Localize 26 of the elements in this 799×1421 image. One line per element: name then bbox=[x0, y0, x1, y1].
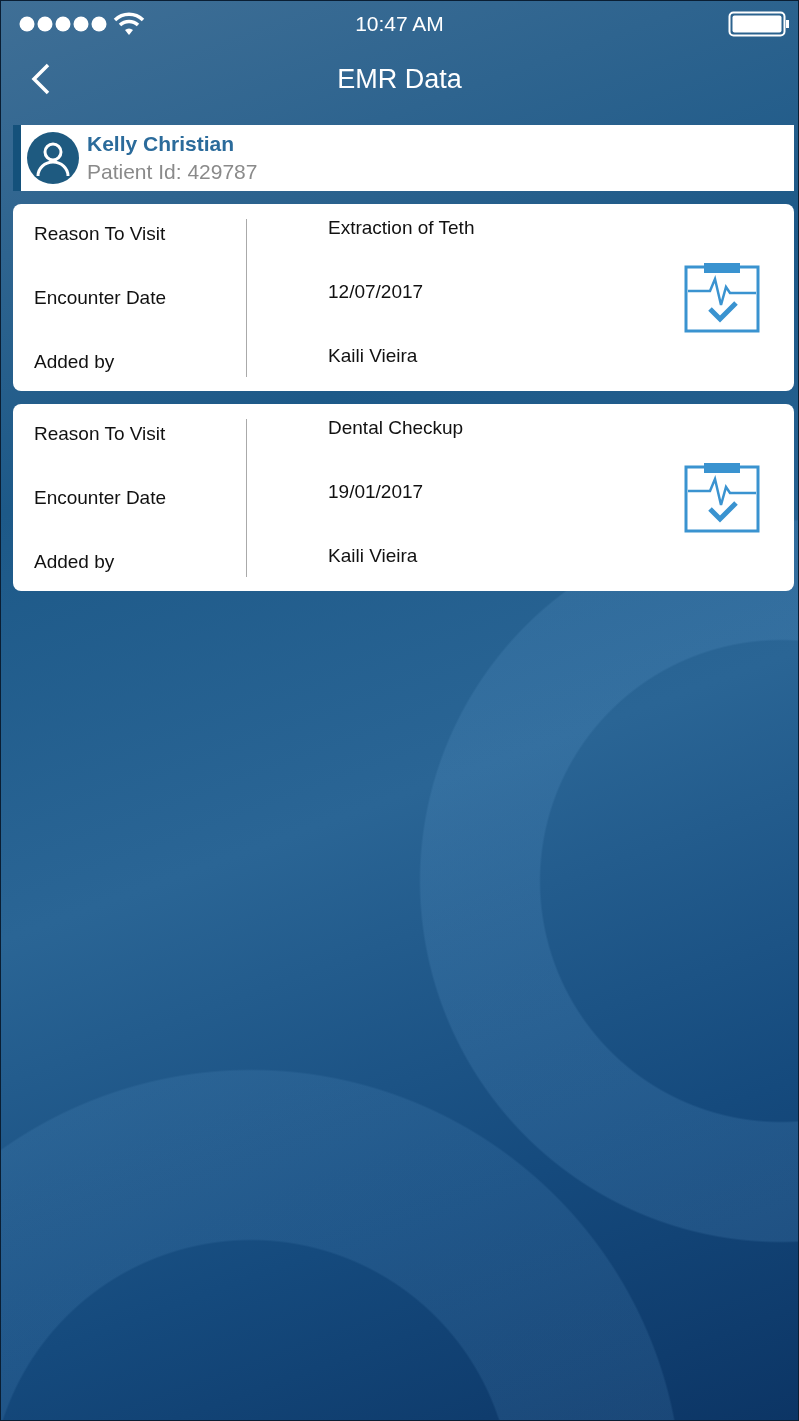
field-label: Reason To Visit bbox=[34, 222, 167, 245]
field-value: Kaili Vieira bbox=[327, 544, 419, 568]
field-value: Kaili Vieira bbox=[327, 344, 419, 368]
back-button[interactable] bbox=[31, 63, 51, 95]
field-value: 12/07/2017 bbox=[327, 280, 425, 304]
record-card[interactable]: Reason To Visit Extraction of Teth Encounter Date 12/07/2017 Added by Kaili Vieira bbox=[13, 204, 794, 391]
patient-id: Patient Id: 429787 bbox=[87, 160, 258, 184]
wifi-icon bbox=[113, 11, 145, 36]
field-value: Extraction of Teth bbox=[327, 216, 476, 240]
field-value: 19/01/2017 bbox=[327, 480, 425, 504]
field-label: Encounter Date bbox=[34, 286, 168, 309]
screen-title: EMR Data bbox=[337, 63, 462, 95]
clipboard-heartbeat-icon bbox=[684, 462, 760, 533]
record-card[interactable]: Reason To Visit Dental Checkup Encounter Date 19/01/2017 Added by Kaili Vieira bbox=[13, 404, 794, 591]
chevron-left-icon bbox=[31, 63, 51, 95]
field-label: Encounter Date bbox=[34, 486, 168, 509]
battery-icon bbox=[728, 10, 790, 37]
field-value: Dental Checkup bbox=[327, 416, 465, 440]
clipboard-heartbeat-icon bbox=[684, 262, 760, 333]
patient-name: Kelly Christian bbox=[87, 132, 236, 156]
field-label: Added by bbox=[34, 350, 116, 373]
field-label: Reason To Visit bbox=[34, 422, 167, 445]
status-time: 10:47 AM bbox=[355, 11, 444, 36]
field-label: Added by bbox=[34, 550, 116, 573]
avatar-icon bbox=[27, 132, 79, 184]
signal-icon bbox=[19, 15, 107, 32]
